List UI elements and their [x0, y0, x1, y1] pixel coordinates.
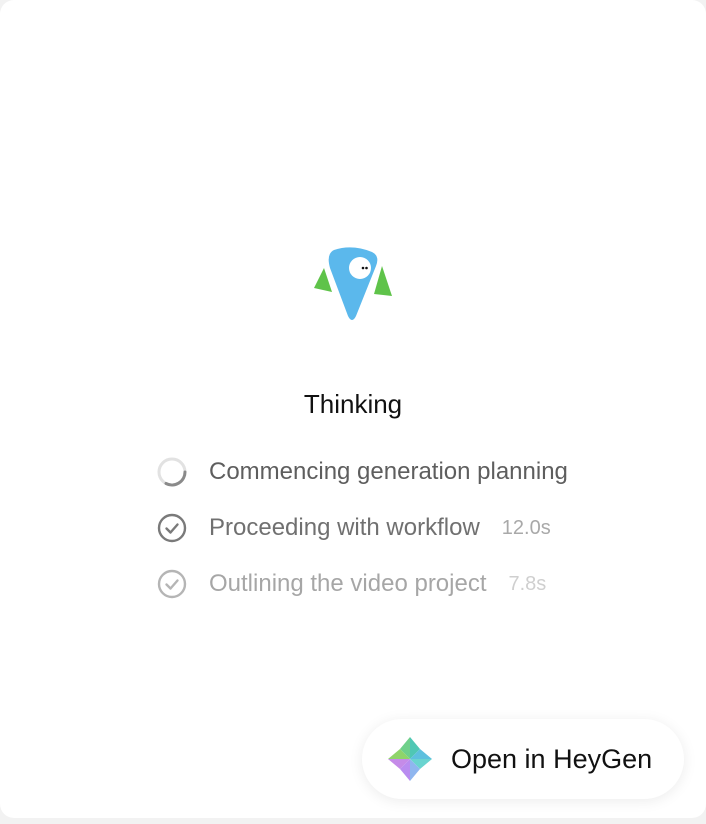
progress-step: Proceeding with workflow 12.0s	[156, 511, 626, 545]
heygen-logo-icon	[386, 735, 434, 783]
step-label: Commencing generation planning	[209, 458, 568, 485]
spinner-icon	[156, 456, 188, 488]
check-circle-icon	[156, 568, 188, 600]
step-label: Proceeding with workflow	[209, 514, 480, 541]
step-label: Outlining the video project	[209, 570, 487, 597]
step-duration: 7.8s	[508, 573, 547, 595]
open-in-heygen-label: Open in HeyGen	[451, 743, 653, 774]
check-circle-icon	[156, 512, 188, 544]
progress-step: Outlining the video project 7.8s	[156, 567, 626, 601]
step-duration: 12.0s	[501, 517, 551, 539]
generation-status-panel: Thinking Commencing generation planning …	[0, 0, 706, 818]
open-in-heygen-button[interactable]: Open in HeyGen	[362, 719, 684, 799]
progress-step: Commencing generation planning	[156, 455, 626, 489]
status-title: Thinking	[303, 389, 403, 419]
heygen-mascot-icon	[310, 244, 396, 324]
